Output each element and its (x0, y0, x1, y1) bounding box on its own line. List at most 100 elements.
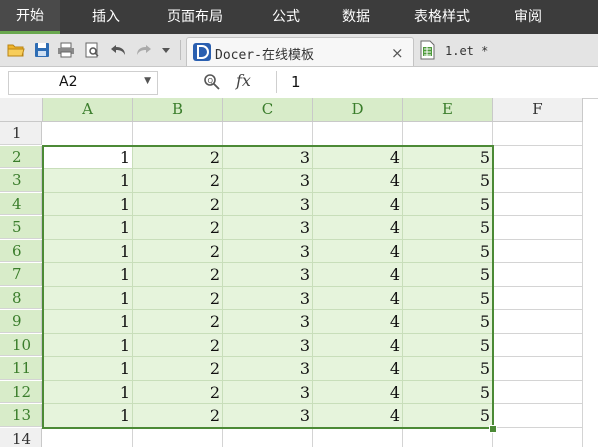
cell-c13[interactable]: 3 (223, 404, 313, 428)
cell-c9[interactable]: 3 (223, 310, 313, 334)
close-icon[interactable]: × (391, 44, 404, 62)
fill-handle[interactable] (489, 424, 497, 433)
cell-b11[interactable]: 2 (133, 357, 223, 381)
redo-icon[interactable] (134, 40, 154, 60)
cell-b8[interactable]: 2 (133, 286, 223, 310)
tab-page-layout[interactable]: 页面布局 (160, 0, 230, 34)
cell-a3[interactable]: 1 (43, 169, 133, 193)
tab-table-style[interactable]: 表格样式 (404, 0, 480, 34)
cell-e14[interactable] (403, 427, 493, 447)
cell-a12[interactable]: 1 (43, 380, 133, 404)
cell-b3[interactable]: 2 (133, 169, 223, 193)
cell-e10[interactable]: 5 (403, 333, 493, 357)
cell-f13[interactable] (493, 404, 583, 428)
cell-e13[interactable]: 5 (403, 404, 493, 428)
cell-f7[interactable] (493, 263, 583, 287)
cell-b5[interactable]: 2 (133, 216, 223, 240)
cell-e8[interactable]: 5 (403, 286, 493, 310)
cell-d8[interactable]: 4 (313, 286, 403, 310)
search-formula-icon[interactable]: Q (203, 73, 221, 95)
cell-a14[interactable] (43, 427, 133, 447)
cell-f1[interactable] (493, 122, 583, 146)
doc-tab-docer[interactable]: Docer-在线模板 × (186, 37, 414, 66)
cell-c3[interactable]: 3 (223, 169, 313, 193)
cell-a7[interactable]: 1 (43, 263, 133, 287)
cell-f6[interactable] (493, 239, 583, 263)
select-all-corner[interactable] (0, 98, 43, 122)
column-header-e[interactable]: E (403, 98, 493, 122)
cell-d7[interactable]: 4 (313, 263, 403, 287)
cell-d10[interactable]: 4 (313, 333, 403, 357)
cell-f12[interactable] (493, 380, 583, 404)
fx-button[interactable]: fx (236, 71, 251, 90)
row-header-2[interactable]: 2 (0, 145, 42, 168)
cell-a6[interactable]: 1 (43, 239, 133, 263)
cell-d6[interactable]: 4 (313, 239, 403, 263)
cell-c1[interactable] (223, 122, 313, 146)
cell-d12[interactable]: 4 (313, 380, 403, 404)
cell-a9[interactable]: 1 (43, 310, 133, 334)
cell-a1[interactable] (43, 122, 133, 146)
row-header-10[interactable]: 10 (0, 333, 42, 356)
cell-c8[interactable]: 3 (223, 286, 313, 310)
cell-d2[interactable]: 4 (313, 145, 403, 169)
row-header-3[interactable]: 3 (0, 169, 42, 192)
cell-f3[interactable] (493, 169, 583, 193)
cell-b10[interactable]: 2 (133, 333, 223, 357)
cell-b9[interactable]: 2 (133, 310, 223, 334)
row-header-8[interactable]: 8 (0, 286, 42, 309)
cell-e11[interactable]: 5 (403, 357, 493, 381)
cell-d9[interactable]: 4 (313, 310, 403, 334)
cell-c14[interactable] (223, 427, 313, 447)
cell-d3[interactable]: 4 (313, 169, 403, 193)
cell-e9[interactable]: 5 (403, 310, 493, 334)
cell-f9[interactable] (493, 310, 583, 334)
column-header-a[interactable]: A (43, 98, 133, 122)
cell-c4[interactable]: 3 (223, 192, 313, 216)
cell-a2[interactable]: 1 (43, 145, 133, 169)
formula-input[interactable]: 1 (276, 71, 592, 93)
column-header-b[interactable]: B (133, 98, 223, 122)
doc-tab-spreadsheet-title[interactable]: 1.et * (445, 44, 488, 58)
cell-c12[interactable]: 3 (223, 380, 313, 404)
print-preview-icon[interactable] (82, 40, 102, 60)
cell-b1[interactable] (133, 122, 223, 146)
cell-f14[interactable] (493, 427, 583, 447)
cell-a8[interactable]: 1 (43, 286, 133, 310)
open-folder-icon[interactable] (6, 40, 26, 60)
chevron-down-icon[interactable]: ▼ (144, 76, 151, 86)
cell-b6[interactable]: 2 (133, 239, 223, 263)
undo-icon[interactable] (108, 40, 128, 60)
cell-e7[interactable]: 5 (403, 263, 493, 287)
cell-c11[interactable]: 3 (223, 357, 313, 381)
cell-d4[interactable]: 4 (313, 192, 403, 216)
row-header-1[interactable]: 1 (0, 122, 42, 145)
cell-c7[interactable]: 3 (223, 263, 313, 287)
cell-b13[interactable]: 2 (133, 404, 223, 428)
cell-e3[interactable]: 5 (403, 169, 493, 193)
row-header-13[interactable]: 13 (0, 404, 42, 427)
cell-e12[interactable]: 5 (403, 380, 493, 404)
cell-f5[interactable] (493, 216, 583, 240)
tab-formulas[interactable]: 公式 (258, 0, 314, 34)
tab-home[interactable]: 开始 (0, 0, 60, 34)
dropdown-icon[interactable] (160, 40, 172, 60)
cell-d13[interactable]: 4 (313, 404, 403, 428)
row-header-12[interactable]: 12 (0, 380, 42, 403)
cell-c10[interactable]: 3 (223, 333, 313, 357)
cell-c6[interactable]: 3 (223, 239, 313, 263)
cell-d5[interactable]: 4 (313, 216, 403, 240)
cell-a10[interactable]: 1 (43, 333, 133, 357)
cell-e2[interactable]: 5 (403, 145, 493, 169)
cell-c5[interactable]: 3 (223, 216, 313, 240)
row-header-7[interactable]: 7 (0, 263, 42, 286)
cell-e5[interactable]: 5 (403, 216, 493, 240)
cell-f8[interactable] (493, 286, 583, 310)
cell-b2[interactable]: 2 (133, 145, 223, 169)
save-icon[interactable] (32, 40, 52, 60)
cell-e1[interactable] (403, 122, 493, 146)
row-header-4[interactable]: 4 (0, 192, 42, 215)
cell-a4[interactable]: 1 (43, 192, 133, 216)
tab-data[interactable]: 数据 (328, 0, 384, 34)
cell-b4[interactable]: 2 (133, 192, 223, 216)
